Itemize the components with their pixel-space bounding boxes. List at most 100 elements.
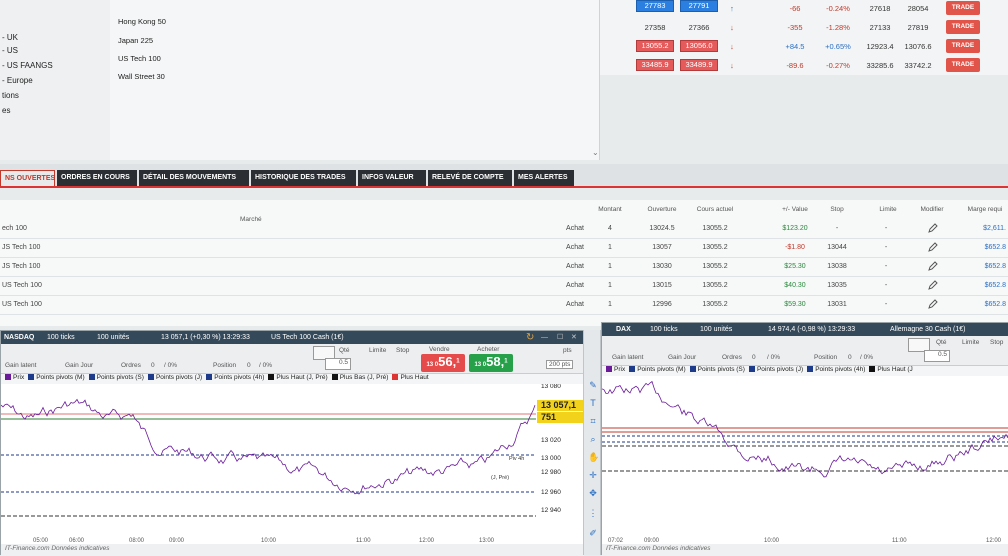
minimize-icon[interactable]: —: [541, 331, 548, 344]
tab-open-positions[interactable]: NS OUVERTES: [0, 170, 55, 186]
legend-swatch: [392, 374, 399, 381]
hand-icon[interactable]: ✋: [588, 452, 599, 462]
list-item[interactable]: US Tech 100: [118, 54, 161, 63]
legend-swatch: [268, 374, 275, 381]
chevron-down-icon[interactable]: ⌄: [592, 148, 599, 157]
index-dropdown[interactable]: DAX: [616, 323, 631, 336]
pivot-label: (J, Pré): [491, 475, 509, 481]
pen-icon[interactable]: ✐: [588, 528, 598, 538]
index-dropdown[interactable]: NASDAQ: [4, 331, 34, 344]
instrument-name: US Tech 100 Cash (1€): [271, 334, 344, 341]
price-axis-label: 12 940: [541, 507, 561, 514]
legend-item[interactable]: Plus Bas (J, Pré): [340, 374, 389, 381]
quotes-table: 27783 27791 ↑ -66 -0.24% 27618 28054 TRADE 27358…: [600, 0, 1008, 75]
price-chart[interactable]: 13 080 13 057,1 751 13 020 13 000 12 980 12 96…: [1, 384, 584, 544]
sidebar-item[interactable]: - Europe: [2, 76, 33, 85]
stop-label: Stop: [396, 347, 410, 354]
watermark: IT-Finance.com Données indicatives: [5, 545, 110, 552]
tab-alerts[interactable]: MES ALERTES: [514, 170, 574, 186]
trade-button[interactable]: TRADE: [946, 39, 980, 53]
col-header: Marge requi: [967, 206, 1003, 213]
sidebar-item[interactable]: - US: [2, 46, 18, 55]
legend-swatch: [748, 366, 755, 373]
legend-item[interactable]: Plus Haut (J: [877, 366, 912, 373]
cell-open: 13024.5: [649, 225, 675, 232]
legend-item[interactable]: Points pivots (M): [36, 374, 84, 381]
sell-button[interactable]: 13 056,1: [421, 354, 465, 372]
qte-input[interactable]: 0.5: [924, 350, 950, 362]
units-dropdown[interactable]: 100 unités: [97, 331, 129, 344]
move-icon[interactable]: ✥: [588, 488, 598, 498]
table-row[interactable]: JS Tech 100 Achat 1 13057 13055.2 -$1.80 13044…: [0, 239, 1008, 258]
cell-market: JS Tech 100: [2, 244, 41, 251]
grid-icon[interactable]: ⋮: [588, 508, 598, 518]
refresh-icon[interactable]: ↻: [526, 331, 534, 344]
pivot-label: Piv 4h: [509, 456, 524, 462]
legend-item[interactable]: Prix: [614, 366, 625, 373]
quote-ask: 13056.0: [680, 40, 718, 52]
crosshair-icon[interactable]: ✛: [588, 470, 598, 480]
legend-item[interactable]: Points pivots (M): [637, 366, 685, 373]
legend-item[interactable]: Prix: [13, 374, 24, 381]
sidebar-item[interactable]: es: [2, 106, 10, 115]
chart-title-bar: NASDAQ 100 ticks 100 unités 13 057,1 (+0…: [1, 331, 584, 344]
trade-button[interactable]: TRADE: [946, 1, 980, 15]
cell-open: 13015: [652, 282, 672, 289]
quote-ask: 27366: [688, 23, 710, 32]
col-header: Limite: [879, 206, 897, 213]
buy-button[interactable]: 13 058,1: [469, 354, 513, 372]
units-dropdown[interactable]: 100 unités: [700, 323, 732, 336]
zoom-icon[interactable]: ⌕: [588, 434, 598, 444]
edit-pencil-icon[interactable]: [928, 299, 938, 309]
edit-pencil-icon[interactable]: [928, 223, 938, 233]
price-chart[interactable]: 07:02 09:00 10:00 11:00 12:00: [602, 376, 1008, 544]
cell-pl: $25.30: [784, 263, 806, 270]
quote-arrow: ↓: [730, 42, 734, 51]
trade-button[interactable]: TRADE: [946, 20, 980, 34]
table-row[interactable]: ech 100 Achat 4 13024.5 13055.2 $123.20 - - $2,6…: [0, 220, 1008, 239]
tab-bar: NS OUVERTES ORDRES EN COURS DÉTAIL DES M…: [0, 164, 1008, 188]
ticks-dropdown[interactable]: 100 ticks: [47, 331, 75, 344]
tab-trade-history[interactable]: HISTORIQUE DES TRADES: [251, 170, 356, 186]
vendre-label: Vendre: [429, 346, 450, 353]
list-item[interactable]: Hong Kong 50: [118, 17, 166, 26]
cell-open: 13030: [652, 263, 672, 270]
cell-limit: -: [884, 301, 888, 308]
tab-info[interactable]: INFOS VALEUR: [358, 170, 426, 186]
ticks-dropdown[interactable]: 100 ticks: [650, 323, 678, 336]
restore-icon[interactable]: ☐: [557, 331, 563, 344]
trade-button[interactable]: TRADE: [946, 58, 980, 72]
legend-item[interactable]: Points pivots (4h): [214, 374, 264, 381]
tab-movements[interactable]: DÉTAIL DES MOUVEMENTS: [139, 170, 249, 186]
close-icon[interactable]: ✕: [571, 331, 577, 344]
list-item[interactable]: Japan 225: [118, 36, 153, 45]
qte-input[interactable]: 0.5: [325, 358, 351, 370]
sidebar-item[interactable]: tions: [2, 91, 19, 100]
tab-statement[interactable]: RELEVÉ DE COMPTE: [428, 170, 512, 186]
legend-item[interactable]: Points pivots (J): [156, 374, 202, 381]
legend-item[interactable]: Points pivots (J): [757, 366, 803, 373]
sidebar-item[interactable]: - US FAANGS: [2, 61, 53, 70]
edit-pencil-icon[interactable]: [928, 280, 938, 290]
table-row[interactable]: US Tech 100 Achat 1 13015 13055.2 $40.30 13035…: [0, 277, 1008, 296]
legend-item[interactable]: Points pivots (S): [97, 374, 144, 381]
legend-item[interactable]: Plus Haut (J, Pré): [276, 374, 327, 381]
chart-bg: [602, 376, 1008, 544]
text-icon[interactable]: T: [588, 398, 598, 408]
legend-item[interactable]: Plus Haut: [400, 374, 428, 381]
legend-item[interactable]: Points pivots (4h): [815, 366, 865, 373]
table-row[interactable]: JS Tech 100 Achat 1 13030 13055.2 $25.30 13038…: [0, 258, 1008, 277]
edit-pencil-icon[interactable]: [928, 242, 938, 252]
pencil-icon[interactable]: ✎: [588, 380, 598, 390]
quote-arrow: ↓: [730, 61, 734, 70]
edit-pencil-icon[interactable]: [928, 261, 938, 271]
table-row[interactable]: US Tech 100 Achat 1 12996 13055.2 $59.30 13031…: [0, 296, 1008, 315]
list-item[interactable]: Wall Street 30: [118, 72, 165, 81]
pts-input[interactable]: 200 pts: [546, 360, 574, 369]
tab-orders[interactable]: ORDRES EN COURS: [57, 170, 137, 186]
ruler-icon[interactable]: ⌗: [588, 416, 598, 426]
chart-bg: [1, 384, 584, 544]
legend-item[interactable]: Points pivots (S): [698, 366, 745, 373]
price-axis-label: 13 020: [541, 437, 561, 444]
sidebar-item[interactable]: - UK: [2, 33, 18, 42]
